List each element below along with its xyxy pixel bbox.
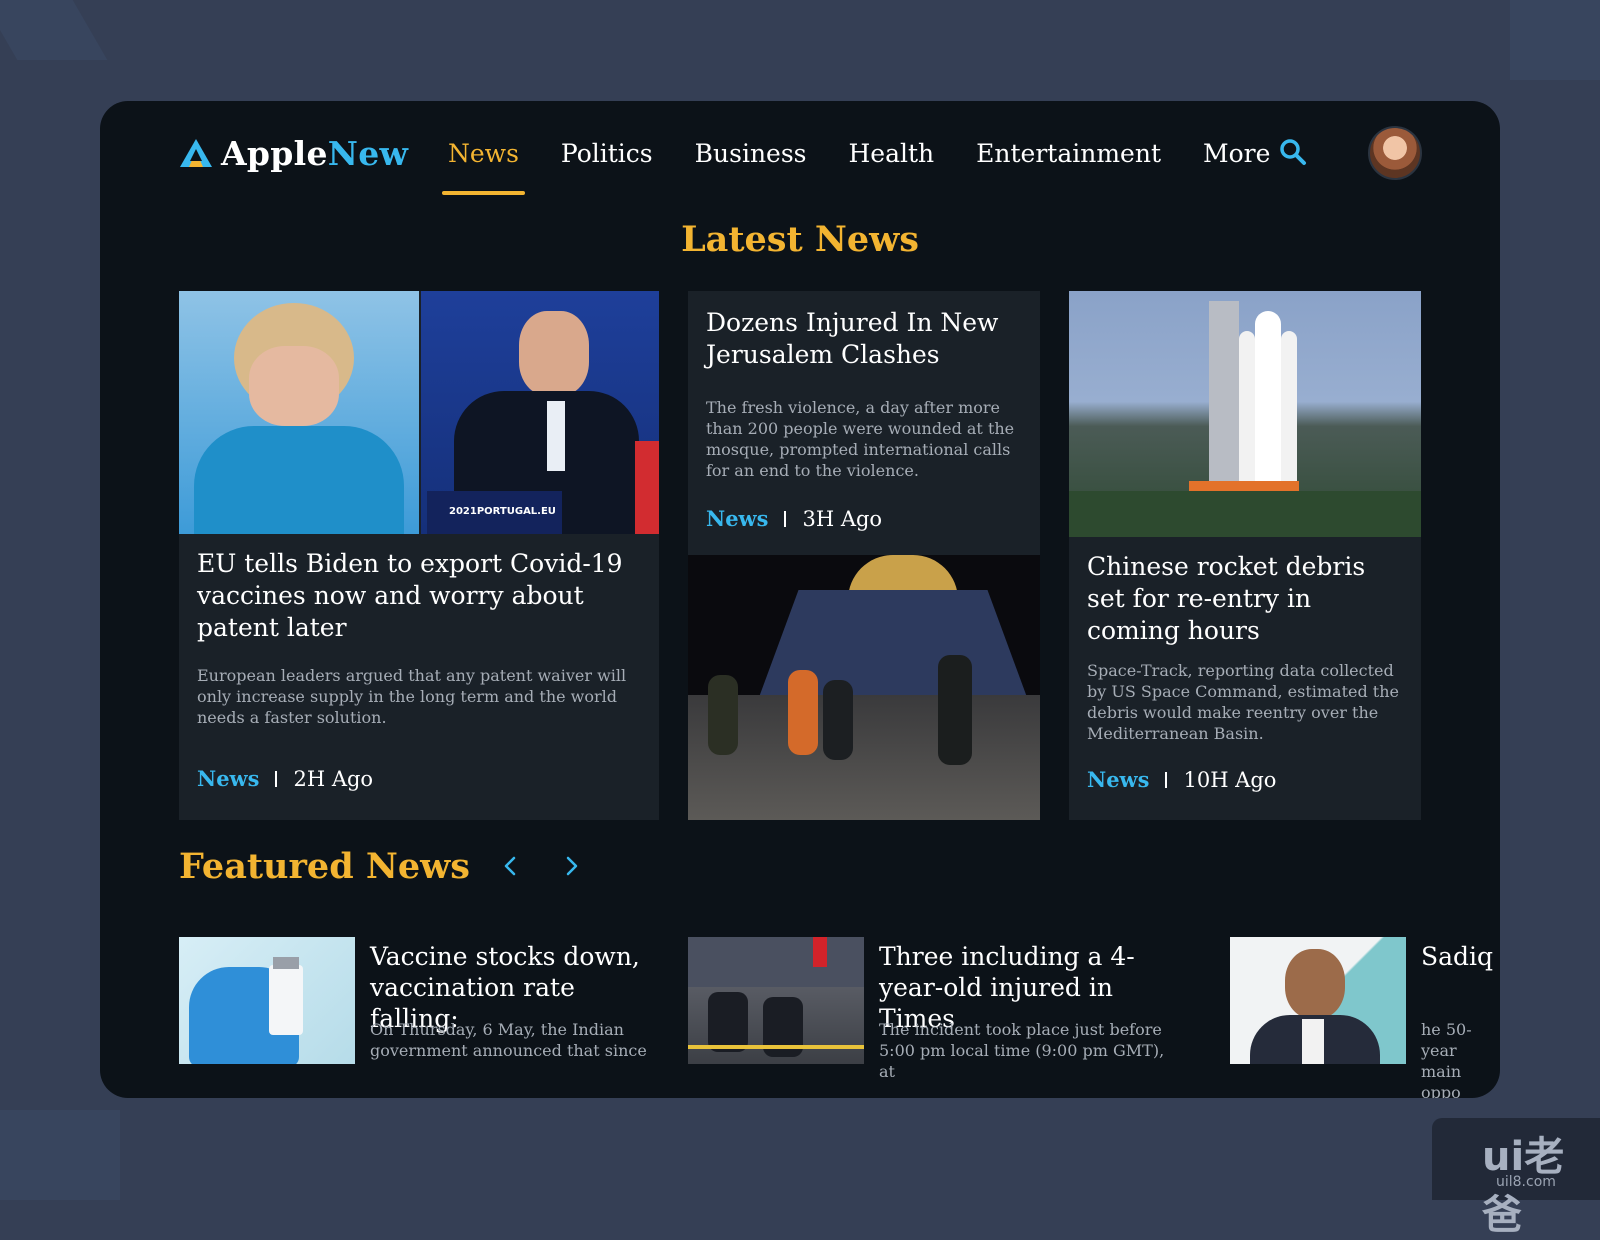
meta-divider bbox=[784, 510, 787, 527]
brand-name: AppleNew bbox=[221, 133, 409, 173]
article-title[interactable]: Chinese rocket debris set for re-entry i… bbox=[1087, 551, 1407, 647]
article-description: European leaders argued that any patent … bbox=[197, 666, 627, 727]
user-avatar[interactable] bbox=[1368, 126, 1422, 180]
category-link[interactable]: News bbox=[706, 506, 768, 531]
timestamp: 10H Ago bbox=[1183, 767, 1277, 792]
watermark-badge: ui老爸 uil8.com bbox=[1432, 1118, 1600, 1238]
nav-item-health[interactable]: Health bbox=[843, 135, 941, 195]
featured-news-heading: Featured News bbox=[179, 846, 470, 887]
article-meta: News 2H Ago bbox=[197, 766, 373, 791]
search-icon[interactable] bbox=[1278, 137, 1308, 167]
news-card[interactable]: Dozens Injured In New Jerusalem Clashes … bbox=[688, 291, 1040, 820]
times-square-thumbnail bbox=[688, 937, 864, 1064]
leaders-photo: 2021PORTUGAL.EU bbox=[179, 291, 659, 534]
image-caption: 2021PORTUGAL.EU bbox=[449, 506, 556, 517]
news-card[interactable]: Chinese rocket debris set for re-entry i… bbox=[1069, 291, 1421, 820]
category-link[interactable]: News bbox=[1087, 767, 1149, 792]
featured-description: The incident took place just before 5:00… bbox=[879, 1020, 1165, 1081]
carousel-prev-icon[interactable] bbox=[498, 853, 524, 879]
article-title[interactable]: Dozens Injured In New Jerusalem Clashes bbox=[706, 307, 1026, 371]
featured-title[interactable]: Sadiq Khan: Feisty bbox=[1421, 941, 1500, 972]
nav-item-entertainment[interactable]: Entertainment bbox=[970, 135, 1167, 195]
background-ray bbox=[1510, 0, 1600, 80]
nav-item-business[interactable]: Business bbox=[689, 135, 813, 195]
news-card[interactable]: 2021PORTUGAL.EU EU tells Biden to export… bbox=[179, 291, 659, 820]
article-meta: News 10H Ago bbox=[1087, 767, 1276, 792]
main-nav: News Politics Business Health Entertainm… bbox=[442, 135, 1306, 195]
mosque-photo bbox=[688, 555, 1040, 820]
nav-item-more[interactable]: More bbox=[1197, 135, 1276, 195]
timestamp: 3H Ago bbox=[802, 506, 883, 531]
logo-triangle-icon bbox=[180, 139, 212, 167]
brand-logo[interactable]: AppleNew bbox=[179, 133, 408, 173]
nav-item-politics[interactable]: Politics bbox=[555, 135, 659, 195]
background-ray bbox=[0, 1110, 120, 1200]
nav-item-news[interactable]: News bbox=[442, 135, 525, 195]
app-window: AppleNew News Politics Business Health E… bbox=[100, 101, 1500, 1098]
article-description: The fresh violence, a day after more tha… bbox=[706, 398, 1015, 480]
carousel-next-icon[interactable] bbox=[558, 853, 584, 879]
meta-divider bbox=[1165, 771, 1168, 788]
featured-description: he 50-year main oppo bbox=[1421, 1020, 1472, 1098]
timestamp: 2H Ago bbox=[293, 766, 374, 791]
meta-divider bbox=[275, 770, 278, 787]
latest-news-heading: Latest News bbox=[681, 219, 919, 260]
vaccine-thumbnail bbox=[179, 937, 355, 1064]
watermark-url: uil8.com bbox=[1496, 1174, 1556, 1190]
featured-description: On Thursday, 6 May, the Indian governmen… bbox=[370, 1020, 647, 1060]
sadiq-khan-thumbnail bbox=[1230, 937, 1406, 1064]
background-ray bbox=[0, 0, 108, 60]
category-link[interactable]: News bbox=[197, 766, 259, 791]
rocket-photo bbox=[1069, 291, 1421, 537]
article-title[interactable]: EU tells Biden to export Covid-19 vaccin… bbox=[197, 548, 642, 644]
article-description: Space-Track, reporting data collected by… bbox=[1087, 661, 1399, 743]
article-meta: News 3H Ago bbox=[706, 506, 882, 531]
